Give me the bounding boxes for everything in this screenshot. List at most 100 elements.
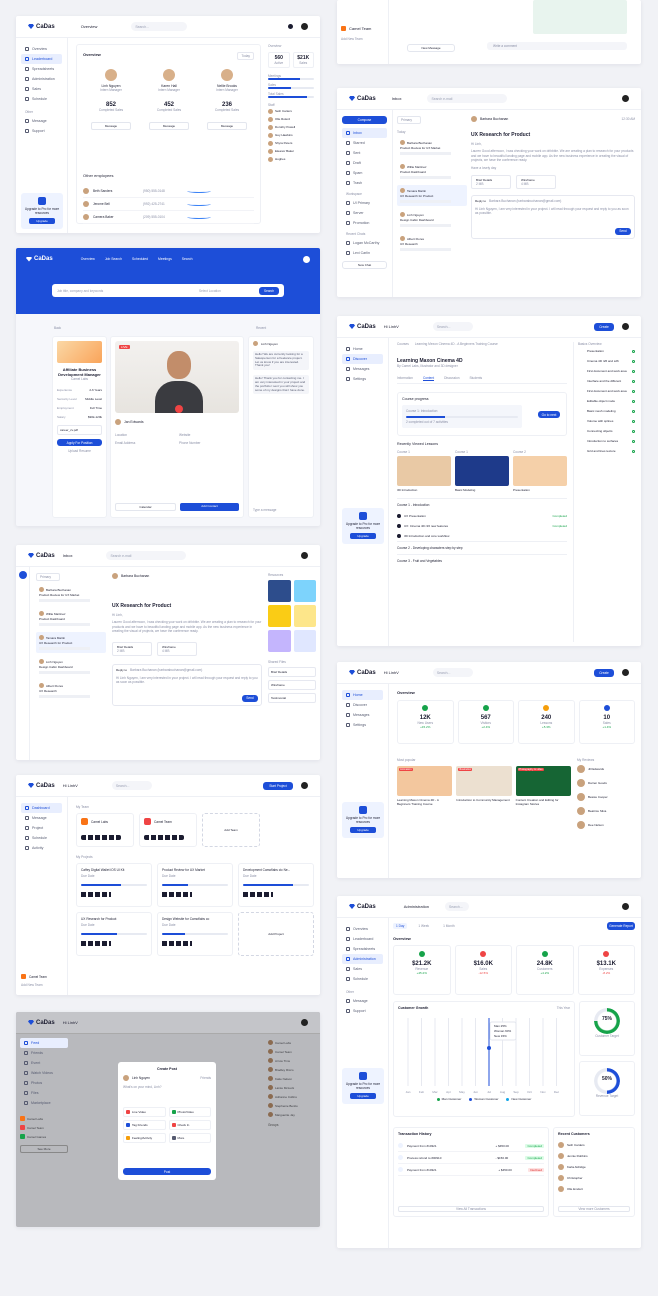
course-card[interactable]: Animation Learning Maxon Cinema 4D - A Be… xyxy=(397,766,453,806)
outline-item[interactable]: Editable object mode xyxy=(578,396,635,406)
action-button[interactable]: Live Video xyxy=(123,1107,166,1117)
add-project-card[interactable]: Add Project xyxy=(238,912,314,956)
nav-item-3[interactable]: Schedule xyxy=(21,833,62,843)
nav-item-5[interactable]: Schedule xyxy=(21,94,62,104)
nav-item-0[interactable]: Overview xyxy=(21,44,62,54)
send-button[interactable]: Send xyxy=(242,694,258,702)
keyword-input[interactable]: Job title, company and keywords xyxy=(57,289,199,293)
contact-item[interactable]: Camel Labs xyxy=(268,1038,316,1047)
search-input[interactable]: Search... xyxy=(432,668,473,677)
outline-item[interactable]: Interface and the different xyxy=(578,376,635,386)
list-item[interactable]: Tamara Martin UX Research for Product xyxy=(397,185,467,206)
add-contact-button[interactable]: Add Contact xyxy=(180,503,239,511)
outline-item[interactable]: First document and work area xyxy=(578,366,635,376)
tab-3[interactable]: Students xyxy=(470,376,483,381)
nav-item-0[interactable]: Logan McCarthy xyxy=(342,238,387,248)
review-item[interactable]: Jill Edwards xyxy=(577,762,635,776)
add-team-button[interactable]: Add New Team xyxy=(341,37,384,41)
contact-item[interactable]: Bradley Ricco xyxy=(268,1065,316,1074)
contact-item[interactable]: Marguerite Jay xyxy=(268,1110,316,1119)
nav-item-5[interactable]: Schedule xyxy=(342,974,383,984)
project-card[interactable]: UX Research for Product Due Date xyxy=(76,912,152,956)
page-item[interactable]: Camel Team xyxy=(20,1123,68,1132)
jobs-nav-4[interactable]: Search xyxy=(182,257,193,261)
nav-item-1[interactable]: Server xyxy=(342,208,387,218)
resource-thumb[interactable] xyxy=(293,580,316,602)
post-input[interactable]: What's on your mind, Linh? xyxy=(123,1085,211,1089)
list-item[interactable]: Barbara Buchanan Product Review for UX Ma… xyxy=(36,584,106,605)
action-button[interactable]: Photo/Video xyxy=(168,1107,211,1117)
review-item[interactable]: Beatrice Silva xyxy=(577,804,635,818)
see-more-button[interactable]: See More xyxy=(20,1145,68,1153)
tab-2[interactable]: 1 Month xyxy=(440,923,458,929)
view-all-button[interactable]: View All Transactions xyxy=(398,1206,544,1212)
tab-1[interactable]: Content xyxy=(422,376,435,381)
project-card[interactable]: Design Website for Camoflabs co Due Date xyxy=(157,912,233,956)
jobs-nav-2[interactable]: Scheduled xyxy=(132,257,148,261)
upload-resume[interactable]: Upload Resume xyxy=(57,449,102,453)
nav-item-2[interactable]: Spreadsheets xyxy=(21,64,62,74)
search-input[interactable]: Search... xyxy=(111,781,152,790)
generate-report-button[interactable]: Generate Report xyxy=(607,922,635,930)
staff-item[interactable]: Eleanor Baker xyxy=(268,147,314,155)
project-card[interactable]: Caffey Digital Wallet iOS UI Kit Due Date xyxy=(76,863,152,907)
add-team-link[interactable]: Add New Team xyxy=(21,983,63,987)
list-item[interactable]: Linh Nguyen Design Cabin Dashboard xyxy=(36,656,106,677)
nav-item-1[interactable]: Lexi Carlin xyxy=(342,248,387,258)
compose-button[interactable]: Compose xyxy=(342,116,387,124)
contact-item[interactable]: Lainie McLuck xyxy=(268,1083,316,1092)
jobs-logo[interactable]: CaDas xyxy=(26,256,53,262)
list-item[interactable]: Willie Martinez Product Dashboard xyxy=(397,161,467,182)
staff-item[interactable]: Hughes xyxy=(268,155,314,163)
list-item[interactable]: Willie Martinez Product Dashboard xyxy=(36,608,106,629)
nav-item-2[interactable]: Messages xyxy=(342,364,383,374)
end-call-icon[interactable] xyxy=(175,405,183,413)
compose-icon[interactable] xyxy=(18,571,27,579)
team-name[interactable]: Camel Team xyxy=(349,26,371,31)
comment-input[interactable]: Write a comment xyxy=(487,42,627,50)
primary-filter[interactable]: Primary xyxy=(397,116,421,124)
table-row[interactable]: Jerome Bell (992) 425-2741 xyxy=(83,198,254,211)
breadcrumb-item[interactable]: Courses xyxy=(397,342,409,346)
send-button[interactable]: Send xyxy=(615,227,631,235)
team-card[interactable]: Camel Team xyxy=(139,813,197,847)
reply-box[interactable]: Reply to Barbara Buchanan (barbarabuchana… xyxy=(471,194,635,239)
brand-logo[interactable]: CaDas xyxy=(28,553,55,559)
contact-item[interactable]: Stephenie Benito xyxy=(268,1101,316,1110)
course-card[interactable]: Photography & video Content Creation and … xyxy=(515,766,571,806)
transaction-row[interactable]: Payment from #10321 + $450.00 Completed xyxy=(398,1140,544,1152)
action-button[interactable]: More xyxy=(168,1133,211,1143)
nav-item-2[interactable]: Messages xyxy=(342,710,383,720)
customer-item[interactable]: Jennie Robbins xyxy=(558,1150,630,1161)
nav-item-0[interactable]: Message xyxy=(21,116,62,126)
location-input[interactable]: Select Location xyxy=(199,289,259,293)
search-button[interactable]: Search xyxy=(259,286,279,295)
brand-logo[interactable]: CaDas xyxy=(28,783,55,789)
nav-item-0[interactable]: Home xyxy=(342,344,383,354)
avatar[interactable] xyxy=(301,552,308,559)
outline-item[interactable]: Connecting objects xyxy=(578,426,635,436)
nav-item-3[interactable]: Draft xyxy=(342,158,387,168)
new-chat-button[interactable]: New Chat xyxy=(342,261,387,269)
staff-item[interactable]: Seth Carters xyxy=(268,107,314,115)
nav-item-1[interactable]: Starred xyxy=(342,138,387,148)
outline-item[interactable]: Basic mesh modeling xyxy=(578,406,635,416)
shared-file[interactable]: Wireframe xyxy=(268,680,316,690)
nav-item-5[interactable]: Trash xyxy=(342,178,387,188)
jobs-nav-1[interactable]: Job Search xyxy=(105,257,122,261)
new-message-button[interactable]: New Message xyxy=(407,44,455,52)
avatar[interactable] xyxy=(622,95,629,102)
action-button[interactable]: Check In xyxy=(168,1120,211,1130)
customer-item[interactable]: Seth Carders xyxy=(558,1139,630,1150)
section-header[interactable]: Course 1 - Introduction xyxy=(397,498,567,511)
nav-item-0[interactable]: Overview xyxy=(342,924,383,934)
nav-item-1[interactable]: Message xyxy=(21,813,62,823)
customer-item[interactable]: Christopher xyxy=(558,1172,630,1183)
lesson-card[interactable]: Course 1 3D Introduction xyxy=(397,450,451,492)
page-item[interactable]: Camel Labs xyxy=(20,1114,68,1123)
nav-item-2[interactable]: Project xyxy=(21,823,62,833)
nav-item-0[interactable]: Feed xyxy=(20,1038,68,1048)
nav-item-1[interactable]: Discover xyxy=(342,700,383,710)
nav-item-4[interactable]: Spam xyxy=(342,168,387,178)
nav-item-0[interactable]: UI Primary xyxy=(342,198,387,208)
